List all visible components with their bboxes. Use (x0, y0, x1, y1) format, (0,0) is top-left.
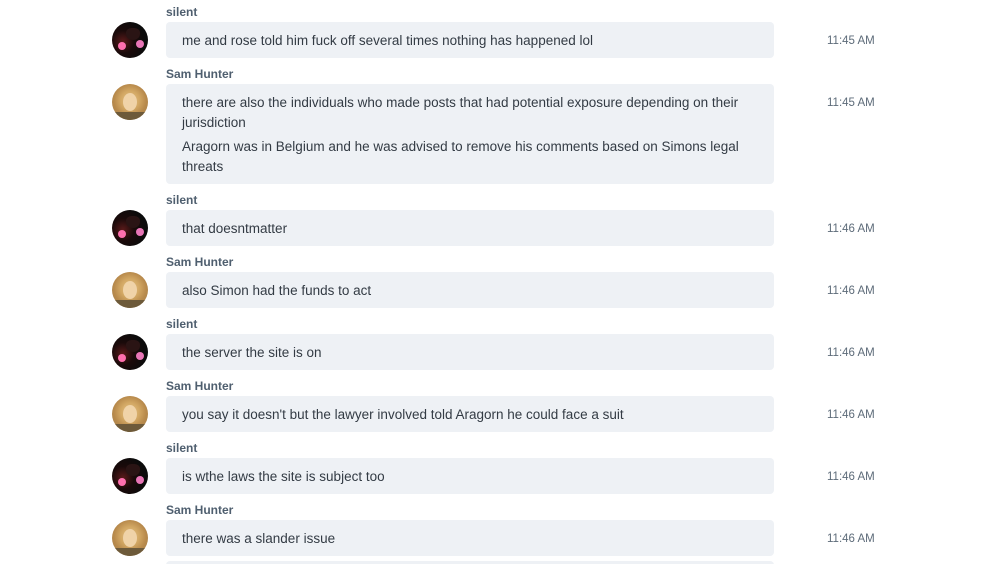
message-bubble: that doesntmatter (166, 210, 774, 246)
message-author[interactable]: Sam Hunter (166, 255, 233, 269)
timestamp: 11:46 AM (827, 409, 875, 421)
message-text: is wthe laws the site is subject too (182, 469, 385, 484)
message-bubble: there are also the individuals who made … (166, 84, 774, 184)
timestamp: 11:46 AM (827, 285, 875, 297)
timestamp: 11:45 AM (827, 97, 875, 109)
message-bubble: the server the site is on (166, 334, 774, 370)
avatar[interactable] (112, 210, 148, 246)
message-text: that doesntmatter (182, 221, 288, 236)
avatar[interactable] (112, 396, 148, 432)
timestamp: 11:46 AM (827, 223, 875, 235)
timestamp: 11:46 AM (827, 347, 875, 359)
message-text: me and rose told him fuck off several ti… (182, 33, 593, 48)
avatar[interactable] (112, 458, 148, 494)
message-text: the server the site is on (182, 345, 322, 360)
avatar[interactable] (112, 84, 148, 120)
timestamp: 11:45 AM (827, 35, 875, 47)
avatar[interactable] (112, 520, 148, 556)
message-author[interactable]: silent (166, 5, 197, 19)
timestamp: 11:46 AM (827, 471, 875, 483)
avatar[interactable] (112, 272, 148, 308)
timestamp: 11:46 AM (827, 533, 875, 545)
message-text: also Simon had the funds to act (182, 283, 372, 298)
message-bubble: is wthe laws the site is subject too (166, 458, 774, 494)
message-author[interactable]: Sam Hunter (166, 67, 233, 81)
message-author[interactable]: Sam Hunter (166, 503, 233, 517)
message-text: there are also the individuals who made … (182, 95, 739, 130)
avatar[interactable] (112, 22, 148, 58)
message-bubble: there was a slander issue (166, 520, 774, 556)
message-bubble: also Simon had the funds to act (166, 272, 774, 308)
message-author[interactable]: silent (166, 441, 197, 455)
message-bubble: me and rose told him fuck off several ti… (166, 22, 774, 58)
message-text: there was a slander issue (182, 531, 336, 546)
avatar[interactable] (112, 334, 148, 370)
message-author[interactable]: Sam Hunter (166, 379, 233, 393)
message-author[interactable]: silent (166, 317, 197, 331)
message-text: you say it doesn't but the lawyer involv… (182, 407, 624, 422)
chat-log: silent me and rose told him fuck off sev… (0, 0, 983, 564)
message-bubble: you say it doesn't but the lawyer involv… (166, 396, 774, 432)
message-author[interactable]: silent (166, 193, 197, 207)
message-text: Aragorn was in Belgium and he was advise… (182, 139, 739, 174)
